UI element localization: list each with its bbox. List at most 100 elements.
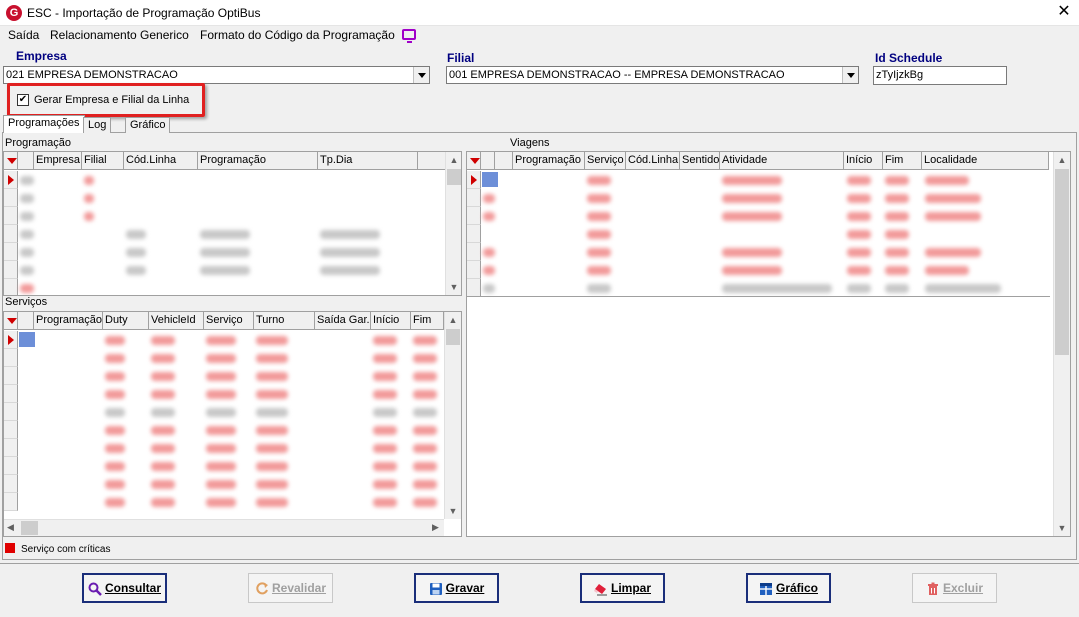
filial-value: 001 EMPRESA DEMONSTRACAO -- EMPRESA DEMO…	[449, 69, 785, 81]
table-row[interactable]	[4, 225, 18, 243]
table-row[interactable]	[467, 279, 481, 297]
servicos-hscrollbar[interactable]: ◀ ▶	[4, 519, 444, 536]
table-row[interactable]	[4, 331, 35, 349]
table-row[interactable]	[4, 403, 18, 421]
table-row[interactable]	[4, 171, 18, 189]
redacted-cell	[413, 408, 437, 417]
scroll-thumb[interactable]	[447, 169, 461, 185]
col-sentido[interactable]: Sentido	[680, 152, 720, 170]
table-row[interactable]	[4, 243, 18, 261]
filial-select[interactable]: 001 EMPRESA DEMONSTRACAO -- EMPRESA DEMO…	[446, 66, 859, 84]
table-row[interactable]	[467, 207, 481, 225]
table-row[interactable]	[4, 421, 18, 439]
redacted-cell	[587, 176, 611, 185]
grid-header: Empresa Filial Cód.Linha Programação Tp.…	[4, 152, 461, 170]
critical-legend-swatch	[5, 543, 15, 553]
monitor-icon[interactable]	[402, 29, 416, 43]
table-row[interactable]	[4, 367, 18, 385]
col-localidade[interactable]: Localidade	[922, 152, 1049, 170]
grid-corner[interactable]	[4, 152, 18, 170]
redacted-cell	[413, 354, 437, 363]
table-row[interactable]	[467, 189, 481, 207]
table-row[interactable]	[4, 457, 18, 475]
col-tp-dia[interactable]: Tp.Dia	[318, 152, 418, 170]
viagens-scrollbar[interactable]: ▲ ▼	[1053, 152, 1070, 536]
col-vehicle-id[interactable]: VehicleId	[149, 312, 204, 330]
grid-header: Programação Duty VehicleId Serviço Turno…	[4, 312, 444, 330]
table-row[interactable]	[4, 349, 18, 367]
table-row[interactable]	[4, 189, 18, 207]
redacted-cell	[925, 194, 981, 203]
tab-grafico[interactable]: Gráfico	[125, 117, 171, 133]
menu-saida[interactable]: Saída	[8, 28, 39, 42]
col-saida-gar[interactable]: Saída Gar.	[315, 312, 371, 330]
scroll-thumb[interactable]	[21, 521, 38, 535]
menu-relacionamento-generico[interactable]: Relacionamento Generico	[50, 28, 189, 42]
redacted-cell	[256, 390, 288, 399]
tab-log[interactable]: Log	[83, 117, 112, 133]
scroll-right-icon[interactable]: ▶	[432, 522, 439, 533]
col-programacao[interactable]: Programação	[513, 152, 585, 170]
table-row[interactable]	[467, 225, 481, 243]
scroll-left-icon[interactable]: ◀	[7, 522, 14, 533]
table-row[interactable]	[4, 385, 18, 403]
scroll-thumb[interactable]	[1055, 169, 1069, 355]
redacted-cell	[413, 372, 437, 381]
table-row[interactable]	[4, 207, 18, 225]
col-duty[interactable]: Duty	[103, 312, 149, 330]
menu-formato-codigo[interactable]: Formato do Código da Programação	[200, 28, 395, 42]
gerar-empresa-checkbox[interactable]: ✔	[17, 94, 29, 106]
redacted-cell	[885, 248, 909, 257]
col-inicio[interactable]: Início	[371, 312, 411, 330]
filial-label: Filial	[447, 51, 475, 65]
table-row[interactable]	[467, 171, 498, 189]
table-row[interactable]	[4, 493, 18, 511]
table-row[interactable]	[4, 475, 18, 493]
redacted-cell	[126, 230, 146, 239]
col-fim[interactable]: Fim	[411, 312, 444, 330]
servicos-vscrollbar[interactable]: ▲ ▼	[444, 312, 461, 519]
table-row[interactable]	[467, 243, 481, 261]
table-row[interactable]	[467, 261, 481, 279]
excluir-button[interactable]: Excluir	[912, 573, 997, 603]
empresa-select[interactable]: 021 EMPRESA DEMONSTRACAO	[3, 66, 430, 84]
grid-corner[interactable]	[467, 152, 481, 170]
revalidar-button[interactable]: Revalidar	[248, 573, 333, 603]
limpar-button[interactable]: Limpar	[580, 573, 665, 603]
table-row[interactable]	[4, 439, 18, 457]
tab-programacoes[interactable]: Programações	[3, 115, 85, 133]
redacted-cell	[151, 408, 175, 417]
table-row[interactable]	[4, 279, 18, 295]
close-icon[interactable]: ✕	[1052, 2, 1076, 22]
consultar-button[interactable]: Consultar	[82, 573, 167, 603]
chevron-down-icon[interactable]	[413, 67, 429, 83]
col-programacao[interactable]: Programação	[34, 312, 103, 330]
redacted-cell	[105, 480, 125, 489]
scroll-up-icon[interactable]: ▲	[1054, 152, 1070, 168]
table-row[interactable]	[4, 261, 18, 279]
grafico-button[interactable]: Gráfico	[746, 573, 831, 603]
col-cod-linha[interactable]: Cód.Linha	[124, 152, 198, 170]
scroll-down-icon[interactable]: ▼	[445, 503, 461, 519]
col-fim[interactable]: Fim	[883, 152, 922, 170]
col-inicio[interactable]: Início	[844, 152, 883, 170]
scroll-up-icon[interactable]: ▲	[445, 312, 461, 328]
programacao-scrollbar[interactable]: ▲ ▼	[445, 152, 461, 295]
scroll-down-icon[interactable]: ▼	[446, 279, 461, 295]
col-servico[interactable]: Serviço	[204, 312, 254, 330]
scroll-up-icon[interactable]: ▲	[446, 152, 461, 168]
col-programacao[interactable]: Programação	[198, 152, 318, 170]
scroll-down-icon[interactable]: ▼	[1054, 520, 1070, 536]
schedule-input[interactable]: zTyIjzkBg	[873, 66, 1007, 85]
col-turno[interactable]: Turno	[254, 312, 315, 330]
col-servico[interactable]: Serviço	[585, 152, 626, 170]
redacted-cell	[722, 248, 782, 257]
col-empresa[interactable]: Empresa	[34, 152, 82, 170]
gravar-button[interactable]: Gravar	[414, 573, 499, 603]
grid-corner[interactable]	[4, 312, 18, 330]
col-filial[interactable]: Filial	[82, 152, 124, 170]
chevron-down-icon[interactable]	[842, 67, 858, 83]
col-cod-linha[interactable]: Cód.Linha	[626, 152, 680, 170]
scroll-thumb[interactable]	[446, 329, 460, 345]
col-atividade[interactable]: Atividade	[720, 152, 844, 170]
